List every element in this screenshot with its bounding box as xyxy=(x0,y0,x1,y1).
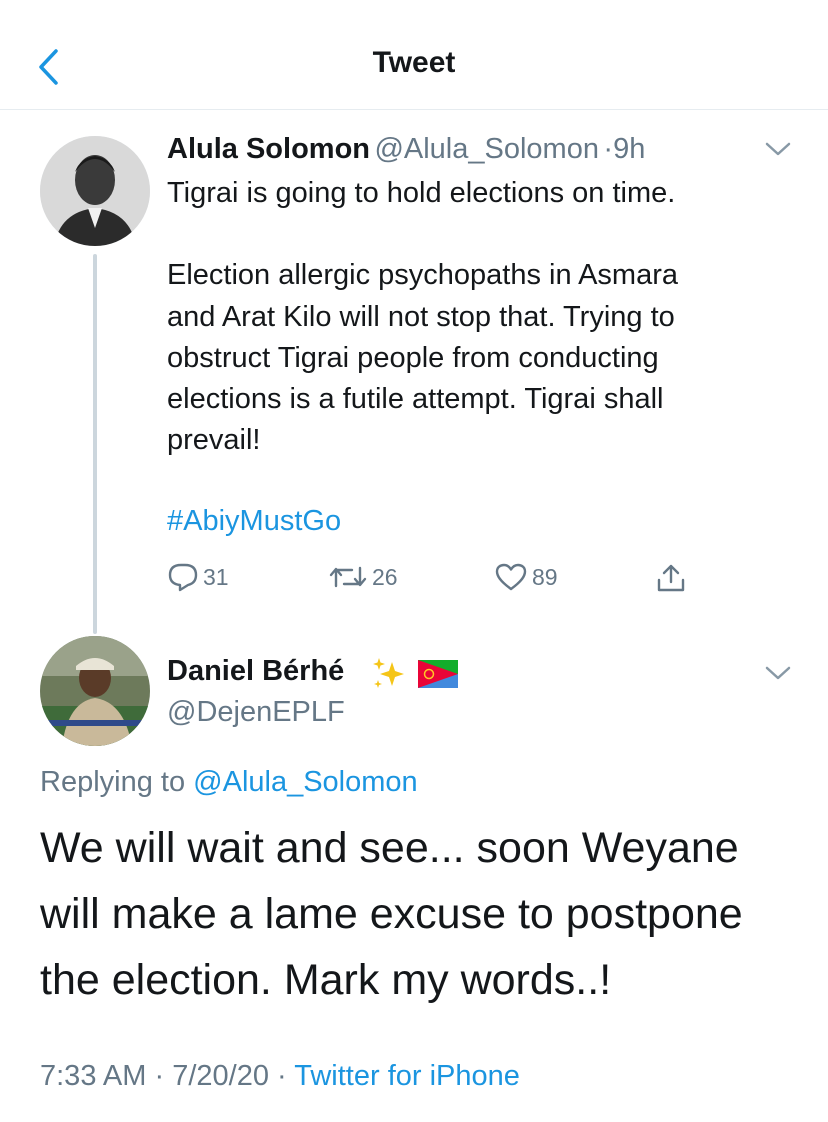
replying-to-handle[interactable]: @Alula_Solomon xyxy=(193,766,418,798)
eritrea-flag-icon xyxy=(418,660,459,688)
separator: · xyxy=(154,1060,165,1092)
tweet-text-line: Tigrai is going to hold elections on tim… xyxy=(167,177,676,209)
thread-line xyxy=(93,254,97,634)
heart-icon xyxy=(495,563,527,591)
reply-icon xyxy=(168,563,198,592)
replying-to: Replying to @Alula_Solomon xyxy=(40,766,418,799)
tweet-text-line: elections is a futile attempt. Tigrai sh… xyxy=(167,383,664,415)
avatar-alula-solomon[interactable] xyxy=(40,136,150,246)
chevron-down-icon xyxy=(765,666,791,680)
separator: · xyxy=(603,133,614,165)
share-button[interactable] xyxy=(655,562,687,594)
tweet-text-line: and Arat Kilo will not stop that. Trying… xyxy=(167,301,675,333)
reply-text-line: We will wait and see... soon Weyane xyxy=(40,824,739,872)
hashtag-link[interactable]: #AbiyMustGo xyxy=(167,505,341,538)
like-button[interactable]: 89 xyxy=(494,562,558,592)
avatar-image xyxy=(40,636,150,746)
tweet-time[interactable]: 7:33 AM xyxy=(40,1060,146,1092)
tweet-time[interactable]: 9h xyxy=(613,133,645,165)
retweet-count: 26 xyxy=(372,563,398,590)
tweet-menu-button[interactable] xyxy=(764,664,792,687)
replying-to-label: Replying to xyxy=(40,766,186,798)
share-icon xyxy=(657,564,685,592)
retweet-button[interactable]: 26 xyxy=(328,562,398,592)
reply-button[interactable]: 31 xyxy=(167,562,229,592)
author-name[interactable]: Daniel Bérhé xyxy=(167,655,344,687)
name-emoji-group xyxy=(370,656,459,692)
reply-count: 31 xyxy=(203,563,229,590)
retweet-icon xyxy=(329,566,367,588)
sparkles-icon xyxy=(373,658,404,688)
reply-text-line: the election. Mark my words..! xyxy=(40,956,612,1004)
tweet-text-line: Election allergic psychopaths in Asmara xyxy=(167,259,678,291)
page-title: Tweet xyxy=(372,46,456,79)
tweet-text-line: obstruct Tigrai people from conducting xyxy=(167,342,659,374)
avatar-image xyxy=(40,136,150,246)
reply-text-line: will make a lame excuse to postpone xyxy=(40,890,743,938)
tweet-menu-button[interactable] xyxy=(764,140,792,163)
nav-bar: Tweet xyxy=(0,0,828,110)
avatar-daniel-berhe[interactable] xyxy=(40,636,150,746)
author-handle[interactable]: @Alula_Solomon xyxy=(374,133,599,165)
like-count: 89 xyxy=(532,563,558,590)
tweet-metadata: 7:33 AM · 7/20/20 · Twitter for iPhone xyxy=(40,1060,520,1093)
tweet-source-link[interactable]: Twitter for iPhone xyxy=(294,1060,520,1092)
author-name[interactable]: Alula Solomon xyxy=(167,133,370,165)
tweet-date[interactable]: 7/20/20 xyxy=(172,1060,269,1092)
separator: · xyxy=(277,1060,287,1092)
chevron-down-icon xyxy=(765,142,791,156)
tweet-text-line: prevail! xyxy=(167,424,261,456)
author-handle[interactable]: @DejenEPLF xyxy=(167,696,345,729)
